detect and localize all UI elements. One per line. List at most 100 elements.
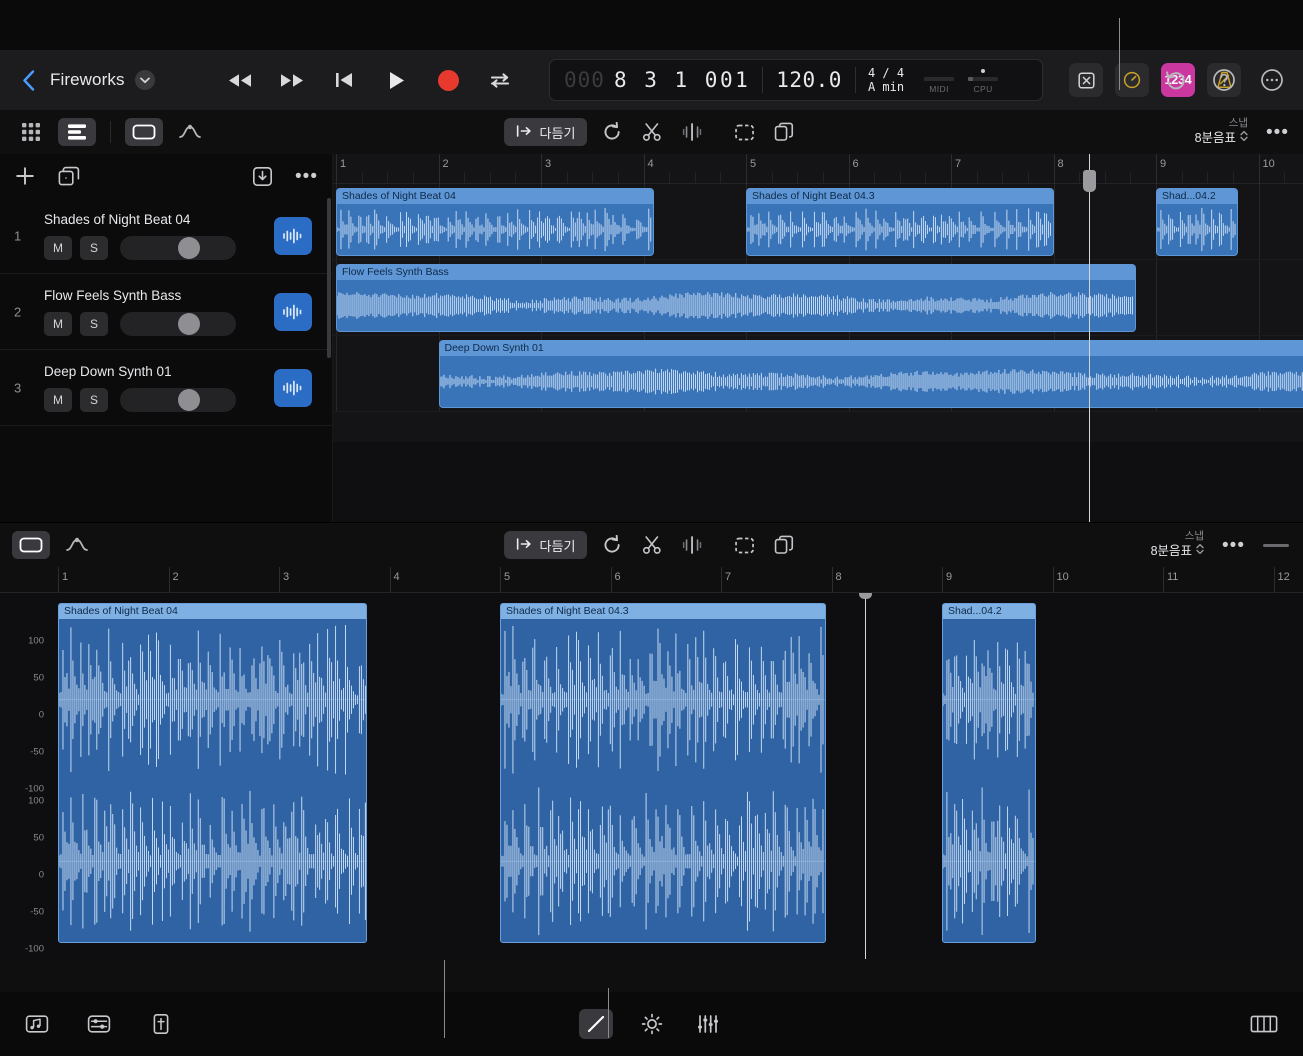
- ellipsis-circle-icon[interactable]: [1259, 67, 1285, 93]
- track-panel-scrollbar[interactable]: [327, 198, 331, 358]
- track-row[interactable]: 2 Flow Feels Synth Bass M S: [0, 274, 332, 350]
- volume-slider-knob[interactable]: [178, 313, 200, 335]
- grid-icon[interactable]: [12, 118, 50, 146]
- cycle-loop-icon[interactable]: [485, 65, 515, 95]
- fast-forward-icon[interactable]: [277, 65, 307, 95]
- solo-button[interactable]: S: [80, 388, 108, 412]
- project-title[interactable]: Fireworks: [50, 70, 125, 90]
- marquee-select-icon[interactable]: [729, 118, 759, 146]
- brightness-icon[interactable]: [635, 1009, 669, 1039]
- editor-playhead-handle[interactable]: [859, 593, 872, 599]
- lcd-display[interactable]: 000 8 3 1 001 120.0 4 / 4 A min MIDI CPU: [549, 59, 1043, 101]
- rewind-icon[interactable]: [225, 65, 255, 95]
- volume-slider-knob[interactable]: [178, 237, 200, 259]
- audio-waveform-icon[interactable]: [274, 217, 312, 255]
- automation-curve-icon[interactable]: [171, 118, 209, 146]
- skip-to-start-icon[interactable]: [329, 65, 359, 95]
- chevron-down-icon[interactable]: [135, 70, 155, 90]
- arrange-empty-area[interactable]: [333, 442, 1303, 522]
- ruler-subtick: [413, 172, 414, 184]
- lcd-position[interactable]: 000 8 3 1 001: [550, 60, 762, 100]
- editor-canvas[interactable]: 100500-50-100100500-50-100 Shades of Nig…: [0, 593, 1303, 959]
- arrange-more-icon[interactable]: •••: [1266, 123, 1289, 142]
- editor-audio-region[interactable]: Shad...04.2: [942, 603, 1036, 943]
- duplicate-icon[interactable]: [769, 118, 799, 146]
- tracks-list-icon[interactable]: [58, 118, 96, 146]
- arrange-lane[interactable]: Flow Feels Synth Bass: [333, 260, 1303, 336]
- track-name[interactable]: Deep Down Synth 01: [44, 364, 274, 379]
- volume-slider[interactable]: [120, 388, 236, 412]
- trim-tool-button[interactable]: 다듬기: [504, 531, 588, 559]
- track-row[interactable]: 3 Deep Down Synth 01 M S: [0, 350, 332, 426]
- track-stack-icon[interactable]: [58, 166, 80, 186]
- plus-icon[interactable]: [14, 165, 36, 187]
- audio-region[interactable]: Shad...04.2: [1156, 188, 1238, 256]
- mute-button[interactable]: M: [44, 312, 72, 336]
- editor-ruler[interactable]: 123456789101112: [0, 567, 1303, 593]
- arrange-lanes[interactable]: Shades of Night Beat 04 Shades of Night B…: [333, 184, 1303, 522]
- snap-control[interactable]: 스냅 8분음표: [1195, 117, 1248, 147]
- mute-button[interactable]: M: [44, 388, 72, 412]
- loop-icon[interactable]: [597, 118, 627, 146]
- arrange-ruler[interactable]: 12345678910: [333, 154, 1303, 184]
- scissors-icon[interactable]: [637, 118, 667, 146]
- track-row[interactable]: 1 Shades of Night Beat 04 M S: [0, 198, 332, 274]
- play-icon[interactable]: [381, 65, 411, 95]
- track-name[interactable]: Flow Feels Synth Bass: [44, 288, 274, 303]
- toolbar-right: 스냅 8분음표 •••: [1195, 117, 1289, 147]
- amplitude-tick-label: 100: [28, 636, 44, 647]
- scissors-icon[interactable]: [637, 531, 667, 559]
- mute-button[interactable]: M: [44, 236, 72, 260]
- music-library-icon[interactable]: [20, 1009, 54, 1039]
- loop-icon[interactable]: [597, 531, 627, 559]
- ruler-subtick: [977, 172, 978, 184]
- arrange-lane[interactable]: Deep Down Synth 01: [333, 336, 1303, 412]
- back-chevron-icon[interactable]: [16, 68, 40, 92]
- record-icon[interactable]: [433, 65, 463, 95]
- editor-playhead[interactable]: [865, 593, 866, 959]
- editor-more-icon[interactable]: •••: [1222, 536, 1245, 555]
- track-name[interactable]: Shades of Night Beat 04: [44, 212, 274, 227]
- marquee-select-icon[interactable]: [729, 531, 759, 559]
- lcd-tempo-value[interactable]: 120.0: [763, 60, 855, 100]
- lcd-signature[interactable]: 4 / 4 A min: [856, 60, 916, 100]
- playhead-handle[interactable]: [1083, 170, 1096, 192]
- editor-resize-handle[interactable]: [1263, 544, 1289, 547]
- audio-waveform-icon[interactable]: [274, 369, 312, 407]
- faders-icon[interactable]: [691, 1009, 725, 1039]
- audio-track-editor: 다듬기 스냅: [0, 522, 1303, 992]
- track-panel-more-icon[interactable]: •••: [295, 167, 318, 186]
- solo-button[interactable]: S: [80, 236, 108, 260]
- import-tray-icon[interactable]: [252, 166, 273, 187]
- duplicate-icon[interactable]: [769, 531, 799, 559]
- arrange-lane[interactable]: Shades of Night Beat 04 Shades of Night B…: [333, 184, 1303, 260]
- solo-button[interactable]: S: [80, 312, 108, 336]
- editor-audio-region[interactable]: Shades of Night Beat 04: [58, 603, 367, 943]
- editor-audio-region[interactable]: Shades of Night Beat 04.3: [500, 603, 826, 943]
- flex-time-icon[interactable]: [677, 118, 707, 146]
- question-circle-icon[interactable]: [1211, 67, 1237, 93]
- audio-region[interactable]: Shades of Night Beat 04.3: [746, 188, 1054, 256]
- audio-region[interactable]: Deep Down Synth 01: [439, 340, 1303, 408]
- audio-region[interactable]: Shades of Night Beat 04: [336, 188, 654, 256]
- audio-region[interactable]: Flow Feels Synth Bass: [336, 264, 1136, 332]
- arrange-area[interactable]: 12345678910 Shades of Night Beat 04Shade…: [333, 154, 1303, 522]
- undo-icon[interactable]: [1163, 67, 1189, 93]
- piano-keyboard-icon[interactable]: [1247, 1009, 1281, 1039]
- rounded-rect-icon[interactable]: [12, 531, 50, 559]
- volume-slider[interactable]: [120, 236, 236, 260]
- automation-curve-icon[interactable]: [58, 531, 96, 559]
- audio-waveform-icon[interactable]: [274, 293, 312, 331]
- volume-slider-knob[interactable]: [178, 389, 200, 411]
- volume-slider[interactable]: [120, 312, 236, 336]
- flex-time-icon[interactable]: [677, 531, 707, 559]
- editor-snap-control[interactable]: 스냅 8분음표: [1151, 530, 1204, 560]
- x-in-box-icon[interactable]: [1069, 63, 1103, 97]
- tuner-icon[interactable]: [1115, 63, 1149, 97]
- mixer-faders-icon[interactable]: [82, 1009, 116, 1039]
- trim-tool-button[interactable]: 다듬기: [504, 118, 588, 146]
- rounded-rect-icon[interactable]: [125, 118, 163, 146]
- playhead[interactable]: [1089, 154, 1090, 522]
- plugin-slot-icon[interactable]: [144, 1009, 178, 1039]
- ruler-subtick: [1028, 172, 1029, 184]
